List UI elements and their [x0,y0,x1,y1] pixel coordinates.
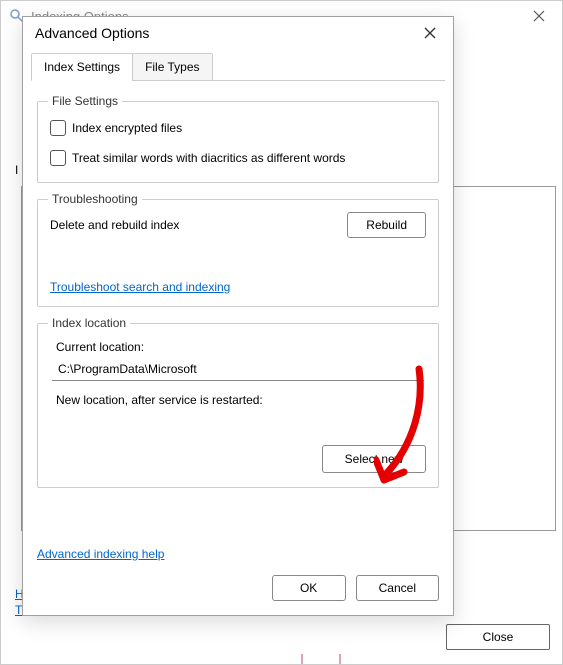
cancel-button[interactable]: Cancel [356,575,439,601]
close-button[interactable]: Close [446,624,550,650]
file-settings-legend: File Settings [48,94,122,108]
parent-left-label: I [15,163,18,177]
bottom-marker [301,654,341,664]
troubleshoot-link[interactable]: Troubleshoot search and indexing [50,280,230,294]
advanced-options-dialog: Advanced Options Index Settings File Typ… [22,16,454,616]
checkbox-icon [50,120,66,136]
rebuild-button[interactable]: Rebuild [347,212,426,238]
rebuild-text: Delete and rebuild index [50,218,179,232]
new-location-field [50,411,426,437]
current-location-value: C:\ProgramData\Microsoft [56,358,424,380]
checkbox-label-encrypted: Index encrypted files [72,121,182,135]
tab-index-settings[interactable]: Index Settings [31,53,133,81]
dialog-buttons: OK Cancel [272,575,439,601]
index-location-group: Index location Current location: C:\Prog… [37,323,439,488]
select-new-button[interactable]: Select new [322,445,426,473]
current-location-label: Current location: [56,340,426,354]
tabs: Index Settings File Types [31,53,445,81]
troubleshooting-legend: Troubleshooting [48,192,142,206]
dialog-title: Advanced Options [35,25,149,41]
checkbox-icon [50,150,66,166]
dialog-close-button[interactable] [409,19,451,47]
checkbox-label-diacritics: Treat similar words with diacritics as d… [72,151,345,165]
current-location-field: C:\ProgramData\Microsoft [52,358,424,381]
tab-file-types[interactable]: File Types [132,53,212,81]
dialog-titlebar: Advanced Options [23,17,453,49]
checkbox-diacritics[interactable]: Treat similar words with diacritics as d… [50,150,426,166]
tab-body: File Settings Index encrypted files Trea… [23,81,453,516]
parent-close-button[interactable] [516,1,562,31]
new-location-label: New location, after service is restarted… [56,393,426,407]
file-settings-group: File Settings Index encrypted files Trea… [37,101,439,183]
index-location-legend: Index location [48,316,130,330]
checkbox-encrypted[interactable]: Index encrypted files [50,120,426,136]
ok-button[interactable]: OK [272,575,346,601]
troubleshooting-group: Troubleshooting Delete and rebuild index… [37,199,439,307]
advanced-help-link[interactable]: Advanced indexing help [37,547,164,561]
